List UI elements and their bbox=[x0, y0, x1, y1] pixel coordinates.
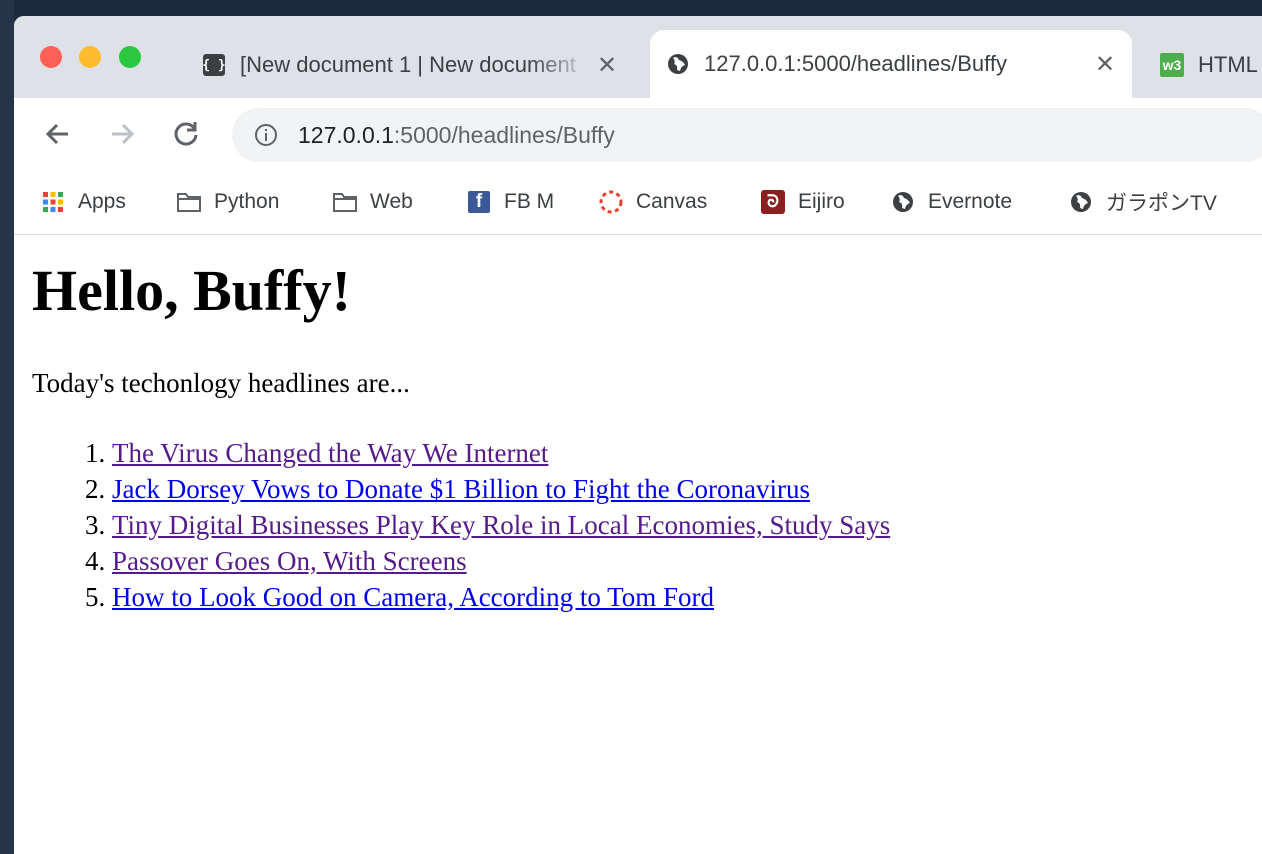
forward-button[interactable] bbox=[104, 116, 140, 152]
browser-window: { } [New document 1 | New document ✕ 127… bbox=[14, 16, 1262, 854]
reload-button[interactable] bbox=[168, 116, 204, 152]
bookmark-apps[interactable]: Apps bbox=[40, 186, 126, 218]
bookmark-eijiro[interactable]: ᘐ Eijiro bbox=[760, 186, 845, 218]
facebook-icon: f bbox=[466, 189, 492, 215]
globe-icon bbox=[890, 189, 916, 215]
tab-title: [New document 1 | New document bbox=[240, 52, 576, 77]
headline-link[interactable]: Tiny Digital Businesses Play Key Role in… bbox=[112, 510, 890, 540]
tab-close-button[interactable]: ✕ bbox=[1090, 50, 1120, 79]
folder-icon bbox=[176, 189, 202, 215]
headline-link[interactable]: Passover Goes On, With Screens bbox=[112, 546, 467, 576]
list-item: Passover Goes On, With Screens bbox=[112, 543, 890, 579]
arrow-left-icon bbox=[45, 123, 68, 145]
page-content: Hello, Buffy! Today's techonlogy headlin… bbox=[14, 235, 1262, 854]
bookmark-garapon-tv[interactable]: ガラポンTV bbox=[1068, 186, 1217, 218]
tab-title: HTML bbox=[1198, 52, 1258, 77]
bookmark-web[interactable]: Web bbox=[332, 186, 413, 218]
headline-link[interactable]: The Virus Changed the Way We Internet bbox=[112, 438, 548, 468]
bookmarks-bar: Apps Python Web f FB M Canvas ᘐ Eijiro E… bbox=[14, 170, 1262, 235]
tab-close-button[interactable]: ✕ bbox=[592, 51, 622, 80]
braces-icon: { } bbox=[202, 53, 226, 77]
bookmark-python[interactable]: Python bbox=[176, 186, 279, 218]
globe-icon bbox=[1068, 189, 1094, 215]
tab-new-document[interactable]: { } [New document 1 | New document ✕ bbox=[186, 32, 634, 98]
intro-text: Today's techonlogy headlines are... bbox=[32, 368, 410, 398]
reload-icon bbox=[174, 122, 198, 146]
globe-icon bbox=[666, 52, 690, 76]
arrow-right-icon bbox=[112, 123, 135, 145]
bookmark-fb-m[interactable]: f FB M bbox=[466, 186, 554, 218]
tab-strip: { } [New document 1 | New document ✕ 127… bbox=[14, 16, 1262, 98]
headline-list: The Virus Changed the Way We Internet Ja… bbox=[72, 435, 890, 615]
address-bar[interactable]: 127.0.0.1:5000/headlines/Buffy bbox=[232, 108, 1262, 162]
apps-grid-icon bbox=[40, 189, 66, 215]
close-window-button[interactable] bbox=[40, 46, 62, 68]
bookmark-canvas[interactable]: Canvas bbox=[598, 186, 707, 218]
url-text: 127.0.0.1:5000/headlines/Buffy bbox=[298, 121, 615, 148]
bookmark-evernote[interactable]: Evernote bbox=[890, 186, 1012, 218]
list-item: Jack Dorsey Vows to Donate $1 Billion to… bbox=[112, 471, 890, 507]
page-heading: Hello, Buffy! bbox=[32, 258, 351, 323]
eijiro-icon: ᘐ bbox=[760, 189, 786, 215]
tab-title: 127.0.0.1:5000/headlines/Buffy bbox=[704, 51, 1007, 76]
list-item: Tiny Digital Businesses Play Key Role in… bbox=[112, 507, 890, 543]
desktop-edge bbox=[0, 0, 14, 854]
headline-link[interactable]: Jack Dorsey Vows to Donate $1 Billion to… bbox=[112, 474, 810, 504]
list-item: How to Look Good on Camera, According to… bbox=[112, 579, 890, 615]
toolbar: 127.0.0.1:5000/headlines/Buffy bbox=[14, 98, 1262, 170]
w3-icon: w3 bbox=[1160, 53, 1184, 77]
tab-html[interactable]: w3 HTML bbox=[1144, 32, 1262, 98]
minimize-window-button[interactable] bbox=[79, 46, 101, 68]
folder-icon bbox=[332, 189, 358, 215]
tab-headlines[interactable]: 127.0.0.1:5000/headlines/Buffy ✕ bbox=[650, 30, 1132, 98]
info-icon[interactable] bbox=[254, 123, 278, 147]
back-button[interactable] bbox=[40, 116, 76, 152]
headline-link[interactable]: How to Look Good on Camera, According to… bbox=[112, 582, 714, 612]
list-item: The Virus Changed the Way We Internet bbox=[112, 435, 890, 471]
canvas-icon bbox=[598, 189, 624, 215]
maximize-window-button[interactable] bbox=[119, 46, 141, 68]
